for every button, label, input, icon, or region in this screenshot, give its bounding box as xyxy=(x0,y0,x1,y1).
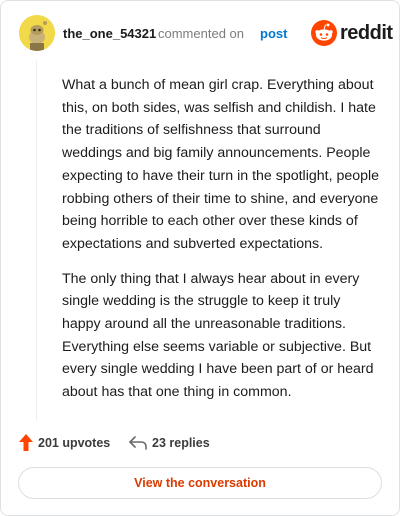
comment-paragraph: What a bunch of mean girl crap. Everythi… xyxy=(62,77,380,252)
reply-count[interactable]: 23 replies xyxy=(152,436,210,450)
reddit-alien-icon xyxy=(311,20,337,46)
user-avatar[interactable] xyxy=(19,15,55,51)
reddit-logo[interactable]: reddit xyxy=(311,19,395,47)
comment-actions: 201 upvotes 23 replies xyxy=(19,433,379,455)
reddit-wordmark: reddit xyxy=(340,22,393,44)
comment-card: the_one_54321 commented on post reddit W… xyxy=(0,0,400,516)
comment-paragraph: The only thing that I always hear about … xyxy=(62,270,374,401)
reply-arrow-icon[interactable] xyxy=(129,436,147,450)
view-conversation-button[interactable]: View the conversation xyxy=(18,467,382,499)
action-text: commented on xyxy=(158,26,244,41)
snoo-avatar-icon xyxy=(19,15,55,51)
comment-header: the_one_54321 commented on post reddit xyxy=(19,15,393,51)
comment-body: What a bunch of mean girl crap. Everythi… xyxy=(62,74,380,416)
username-link[interactable]: the_one_54321 xyxy=(63,26,156,41)
upvote-arrow-icon[interactable] xyxy=(19,434,33,451)
upvote-count: 201 upvotes xyxy=(38,436,111,450)
thread-line xyxy=(36,61,37,421)
post-link[interactable]: post xyxy=(260,26,287,41)
